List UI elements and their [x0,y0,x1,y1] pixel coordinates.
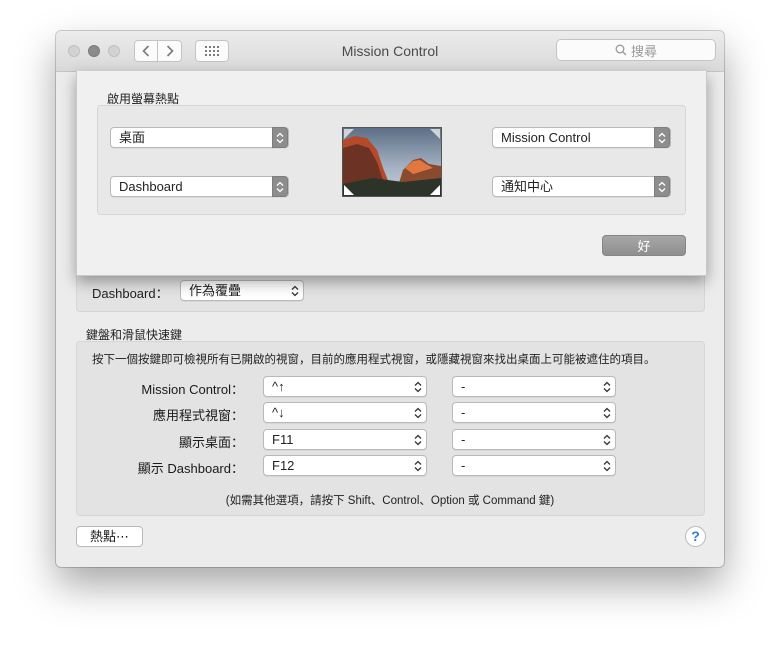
show-desktop-key-value: F11 [272,432,294,447]
corner-indicator-icon [344,185,354,195]
show-dashboard-key-select[interactable]: F12 [263,455,427,476]
bottom-right-corner-value: 通知中心 [501,179,554,194]
ok-button[interactable]: 好 [602,235,686,256]
corner-indicator-icon [430,185,440,195]
mission-control-key-value: ^↑ [272,379,285,394]
mission-control-key-select[interactable]: ^↑ [263,376,427,397]
app-windows-key-select[interactable]: ^↓ [263,402,427,423]
top-left-corner-value: 桌面 [119,130,146,145]
app-windows-mouse-select[interactable]: - [452,402,616,423]
shortcut-label-mission-control: Mission Control： [141,382,244,397]
top-left-corner-select[interactable]: 桌面 [110,127,289,148]
preferences-window: Mission Control 搜尋 Dashboard： 作為覆疊 鍵盤和滑鼠… [56,31,724,567]
updown-arrows-icon [287,280,303,301]
hot-corners-sheet: 啟用螢幕熱點 桌面 Dashboard Mission Control 通知中心 [76,71,707,276]
show-desktop-mouse-value: - [461,432,466,447]
show-dashboard-mouse-value: - [461,458,466,473]
title-bar: Mission Control 搜尋 [56,31,724,72]
search-placeholder: 搜尋 [630,43,657,59]
hot-corners-button[interactable]: 熱點⋯ [76,526,143,547]
bottom-left-corner-value: Dashboard [119,179,183,194]
dashboard-label: Dashboard： [92,286,169,301]
updown-arrows-icon [654,176,670,197]
show-dashboard-key-value: F12 [272,458,295,473]
modifier-keys-footnote: (如需其他選項，請按下 Shift、Control、Option 或 Comma… [225,495,555,507]
mission-control-mouse-value: - [461,379,466,394]
top-right-corner-select[interactable]: Mission Control [492,127,671,148]
dashboard-mode-value: 作為覆疊 [189,283,242,298]
updown-arrows-icon [599,455,615,476]
shortcut-label-show-dashboard: 顯示 Dashboard： [137,461,244,476]
updown-arrows-icon [599,429,615,450]
show-desktop-mouse-select[interactable]: - [452,429,616,450]
updown-arrows-icon [410,455,426,476]
show-desktop-key-select[interactable]: F11 [263,429,427,450]
updown-arrows-icon [272,176,288,197]
updown-arrows-icon [410,429,426,450]
updown-arrows-icon [599,376,615,397]
updown-arrows-icon [599,402,615,423]
updown-arrows-icon [410,376,426,397]
help-button[interactable]: ? [685,526,706,547]
shortcut-label-show-desktop: 顯示桌面： [178,435,244,450]
updown-arrows-icon [410,402,426,423]
updown-arrows-icon [654,127,670,148]
app-windows-key-value: ^↓ [272,405,285,420]
mission-control-mouse-select[interactable]: - [452,376,616,397]
search-icon [615,44,627,56]
dashboard-mode-select[interactable]: 作為覆疊 [180,280,304,301]
bottom-left-corner-select[interactable]: Dashboard [110,176,289,197]
app-windows-mouse-value: - [461,405,466,420]
corner-indicator-icon [344,129,354,139]
corner-indicator-icon [430,129,440,139]
desktop-preview-thumbnail [342,127,442,197]
show-dashboard-mouse-select[interactable]: - [452,455,616,476]
shortcut-label-app-windows: 應用程式視窗： [152,408,244,423]
search-field[interactable]: 搜尋 [556,39,716,61]
bottom-right-corner-select[interactable]: 通知中心 [492,176,671,197]
top-right-corner-value: Mission Control [501,130,591,145]
keyboard-shortcuts-description: 按下一個按鍵即可檢視所有已開啟的視窗，目前的應用程式視窗，或隱藏視窗來找出桌面上… [92,354,656,366]
el-capitan-wallpaper-image [343,128,441,196]
updown-arrows-icon [272,127,288,148]
